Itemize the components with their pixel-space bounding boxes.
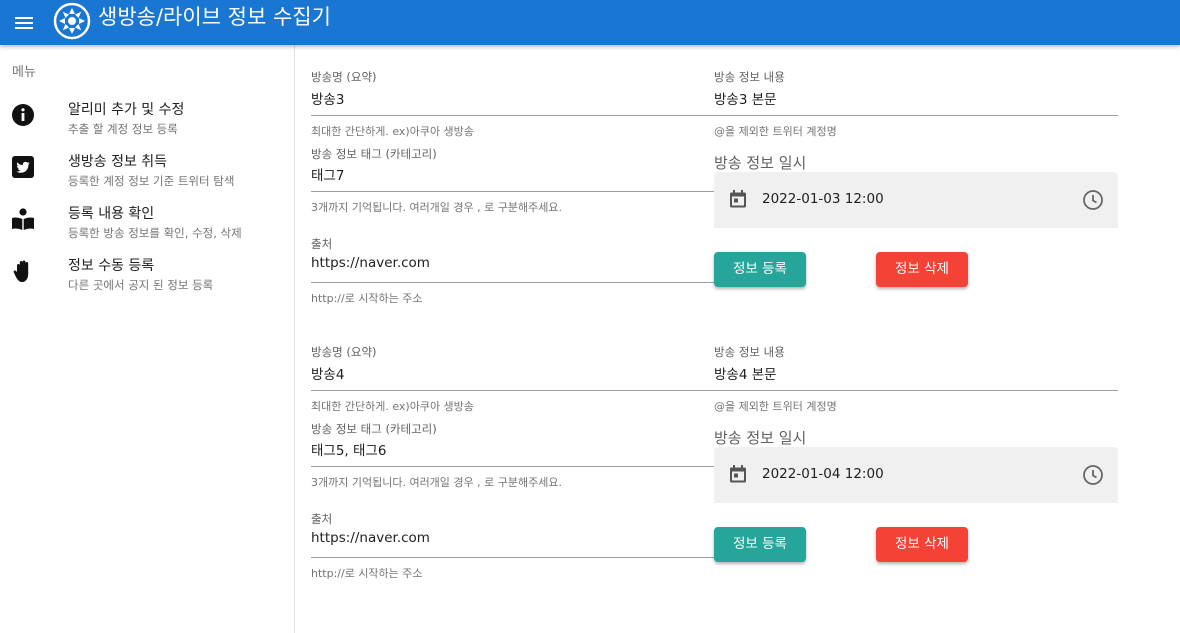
source-hint: http://로 시작하는 주소 [311, 292, 423, 305]
sidebar-item-title: 알리미 추가 및 수정 [68, 102, 185, 118]
content-label: 방송 정보 내용 [714, 345, 785, 359]
sidebar-item-get-live-info[interactable]: 생방송 정보 취득 등록한 계정 정보 기준 트위터 탐색 [0, 151, 294, 199]
sidebar-item-check-registered[interactable]: 등록 내용 확인 등록한 방송 정보를 확인, 수정, 삭제 [0, 203, 294, 251]
delete-button[interactable]: 정보 삭제 [876, 252, 968, 287]
tag-label: 방송 정보 태그 (카테고리) [311, 147, 437, 161]
app-logo-icon [53, 2, 91, 40]
broadcast-entry-form: 방송명 (요약) 방송4 최대한 간단하게. ex)아쿠아 생방송 방송 정보 … [295, 320, 1180, 595]
source-underline [311, 282, 714, 283]
sidebar-item-add-notifier[interactable]: 알리미 추가 및 수정 추출 할 계정 정보 등록 [0, 99, 294, 147]
tag-input[interactable]: 태그5, 태그6 [311, 439, 386, 459]
broadcast-entry-form: 방송명 (요약) 방송3 최대한 간단하게. ex)아쿠아 생방송 방송 정보 … [295, 45, 1180, 320]
datetime-picker[interactable]: 2022-01-04 12:00 [714, 447, 1118, 503]
sidebar-header: 메뉴 [12, 65, 36, 80]
sidebar-item-title: 등록 내용 확인 [68, 206, 155, 222]
sidebar-item-title: 정보 수동 등록 [68, 258, 155, 274]
source-label: 출처 [311, 237, 333, 251]
content-input[interactable]: 방송4 본문 [714, 363, 777, 383]
datetime-picker[interactable]: 2022-01-03 12:00 [714, 172, 1118, 228]
tag-input[interactable]: 태그7 [311, 164, 344, 184]
name-label: 방송명 (요약) [311, 70, 377, 84]
source-input[interactable]: https://naver.com [311, 255, 430, 271]
name-label: 방송명 (요약) [311, 345, 377, 359]
source-hint: http://로 시작하는 주소 [311, 567, 423, 580]
book-reader-icon [12, 208, 34, 230]
sidebar-item-subtitle: 다른 곳에서 공지 된 정보 등록 [68, 278, 214, 292]
sidebar-item-manual-register[interactable]: 정보 수동 등록 다른 곳에서 공지 된 정보 등록 [0, 255, 294, 303]
twitter-icon [12, 156, 34, 178]
content-input[interactable]: 방송3 본문 [714, 88, 777, 108]
source-label: 출처 [311, 512, 333, 526]
tag-underline [311, 191, 714, 192]
content-underline [714, 115, 1118, 116]
content-label: 방송 정보 내용 [714, 70, 785, 84]
datetime-label: 방송 정보 일시 [714, 154, 807, 172]
hamburger-menu-icon[interactable] [12, 11, 36, 35]
name-input[interactable]: 방송4 [311, 363, 344, 383]
register-button[interactable]: 정보 등록 [714, 252, 806, 287]
clock-icon[interactable] [1082, 464, 1104, 486]
sidebar: 메뉴 알리미 추가 및 수정 추출 할 계정 정보 등록 생방송 정보 취득 등… [0, 45, 295, 633]
name-input[interactable]: 방송3 [311, 88, 344, 108]
sidebar-item-subtitle: 등록한 계정 정보 기준 트위터 탐색 [68, 174, 235, 188]
name-hint: 최대한 간단하게. ex)아쿠아 생방송 [311, 125, 474, 138]
tag-label: 방송 정보 태그 (카테고리) [311, 422, 437, 436]
tag-underline [311, 466, 714, 467]
sidebar-item-subtitle: 등록한 방송 정보를 확인, 수정, 삭제 [68, 226, 242, 240]
datetime-value: 2022-01-04 12:00 [762, 466, 884, 482]
app-title: 생방송/라이브 정보 수집기 [98, 5, 331, 29]
info-icon [12, 104, 34, 126]
source-underline [311, 557, 714, 558]
delete-button[interactable]: 정보 삭제 [876, 527, 968, 562]
sidebar-item-title: 생방송 정보 취득 [68, 154, 168, 170]
clock-icon[interactable] [1082, 189, 1104, 211]
content-underline [714, 390, 1118, 391]
calendar-icon[interactable] [728, 464, 748, 484]
sidebar-item-subtitle: 추출 할 계정 정보 등록 [68, 122, 178, 136]
tag-hint: 3개까지 기억됩니다. 여러개일 경우 , 로 구분해주세요. [311, 476, 562, 489]
datetime-value: 2022-01-03 12:00 [762, 191, 884, 207]
source-input[interactable]: https://naver.com [311, 530, 430, 546]
datetime-label: 방송 정보 일시 [714, 429, 807, 447]
tag-hint: 3개까지 기억됩니다. 여러개일 경우 , 로 구분해주세요. [311, 201, 562, 214]
name-underline [311, 115, 731, 116]
content-hint: @을 제외한 트위터 계정명 [714, 125, 837, 138]
hand-icon [13, 260, 29, 282]
app-bar: 생방송/라이브 정보 수집기 [0, 0, 1180, 45]
content-hint: @을 제외한 트위터 계정명 [714, 400, 837, 413]
register-button[interactable]: 정보 등록 [714, 527, 806, 562]
name-underline [311, 390, 731, 391]
name-hint: 최대한 간단하게. ex)아쿠아 생방송 [311, 400, 474, 413]
calendar-icon[interactable] [728, 189, 748, 209]
